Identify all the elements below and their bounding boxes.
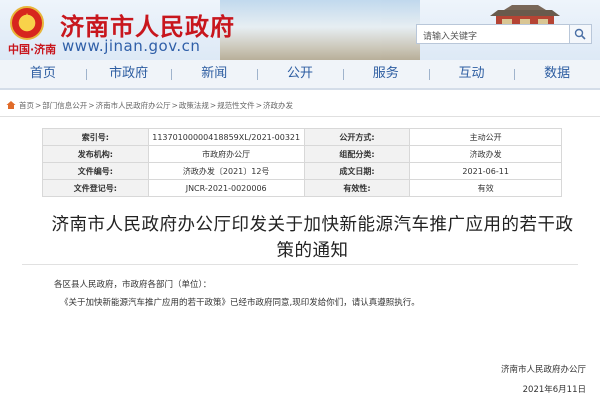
search-icon <box>574 28 586 40</box>
breadcrumb-item[interactable]: 政策法规 <box>179 100 209 111</box>
meta-value: 主动公开 <box>409 128 562 146</box>
meta-value: 市政府办公厅 <box>147 145 305 163</box>
breadcrumb-item[interactable]: 首页 <box>19 100 34 111</box>
site-url: www.jinan.gov.cn <box>62 37 201 55</box>
document-title: 济南市人民政府办公厅印发关于加快新能源汽车推广应用的若干政策的通知 <box>51 215 574 261</box>
breadcrumb: 首页 > 部门信息公开 > 济南市人民政府办公厅 > 政策法规 > 规范性文件 … <box>6 98 596 112</box>
home-icon <box>6 101 16 109</box>
main-nav: 首页 市政府 新闻 公开 服务 互动 数据 <box>0 60 600 90</box>
breadcrumb-item[interactable]: 济政办发 <box>263 100 293 111</box>
document-body: 《关于加快新能源汽车推广应用的若干政策》已经市政府同意,现印发给你们，请认真遵照… <box>60 298 420 308</box>
national-emblem-icon <box>10 6 44 40</box>
search-input[interactable]: 请输入关键字 <box>416 24 570 44</box>
breadcrumb-separator: > <box>209 100 217 110</box>
search-button[interactable] <box>570 24 592 44</box>
nav-home[interactable]: 首页 <box>0 60 86 88</box>
meta-key: 发布机构: <box>42 145 149 163</box>
signature-date: 2021年6月11日 <box>522 385 586 395</box>
nav-news[interactable]: 新闻 <box>171 60 257 88</box>
breadcrumb-divider <box>0 116 600 117</box>
table-row: 文件编号: 济政办发〔2021〕12号 成文日期: 2021-06-11 <box>42 162 562 180</box>
nav-data[interactable]: 数据 <box>514 60 600 88</box>
document-meta-table: 索引号: 11370100000418859XL/2021-00321 公开方式… <box>42 128 562 197</box>
meta-value: JNCR-2021-0020006 <box>147 179 305 197</box>
table-row: 索引号: 11370100000418859XL/2021-00321 公开方式… <box>42 128 562 146</box>
meta-key: 成文日期: <box>303 162 411 180</box>
meta-key: 有效性: <box>303 179 411 197</box>
meta-value: 济政办发〔2021〕12号 <box>147 162 305 180</box>
breadcrumb-separator: > <box>255 100 262 110</box>
breadcrumb-separator: > <box>171 100 178 110</box>
breadcrumb-separator: > <box>35 100 42 110</box>
meta-value: 有效 <box>409 179 562 197</box>
nav-government[interactable]: 市政府 <box>85 60 172 88</box>
meta-key: 组配分类: <box>303 145 411 163</box>
breadcrumb-item[interactable]: 济南市人民政府办公厅 <box>96 100 171 111</box>
meta-key: 文件登记号: <box>42 179 149 197</box>
title-divider <box>22 264 578 265</box>
breadcrumb-item[interactable]: 规范性文件 <box>217 100 255 111</box>
breadcrumb-item[interactable]: 部门信息公开 <box>42 100 87 111</box>
site-header: 济南市人民政府 中国·济南 www.jinan.gov.cn 请输入关键字 <box>0 0 600 60</box>
nav-interaction[interactable]: 互动 <box>428 60 515 88</box>
meta-value: 2021-06-11 <box>409 162 562 180</box>
meta-value: 济政办发 <box>409 145 562 163</box>
table-row: 文件登记号: JNCR-2021-0020006 有效性: 有效 <box>42 179 562 197</box>
meta-value: 11370100000418859XL/2021-00321 <box>147 128 305 146</box>
meta-key: 公开方式: <box>303 128 411 146</box>
nav-services[interactable]: 服务 <box>342 60 429 88</box>
meta-key: 文件编号: <box>42 162 149 180</box>
table-row: 发布机构: 市政府办公厅 组配分类: 济政办发 <box>42 145 562 163</box>
meta-key: 索引号: <box>42 128 149 146</box>
nav-public[interactable]: 公开 <box>257 60 343 88</box>
city-slogan: 中国·济南 <box>8 43 57 56</box>
header-banner-photo <box>220 0 568 60</box>
signature-organization: 济南市人民政府办公厅 <box>500 365 586 375</box>
document-greeting: 各区县人民政府，市政府各部门（单位）： <box>54 280 212 290</box>
breadcrumb-separator: > <box>88 100 95 110</box>
